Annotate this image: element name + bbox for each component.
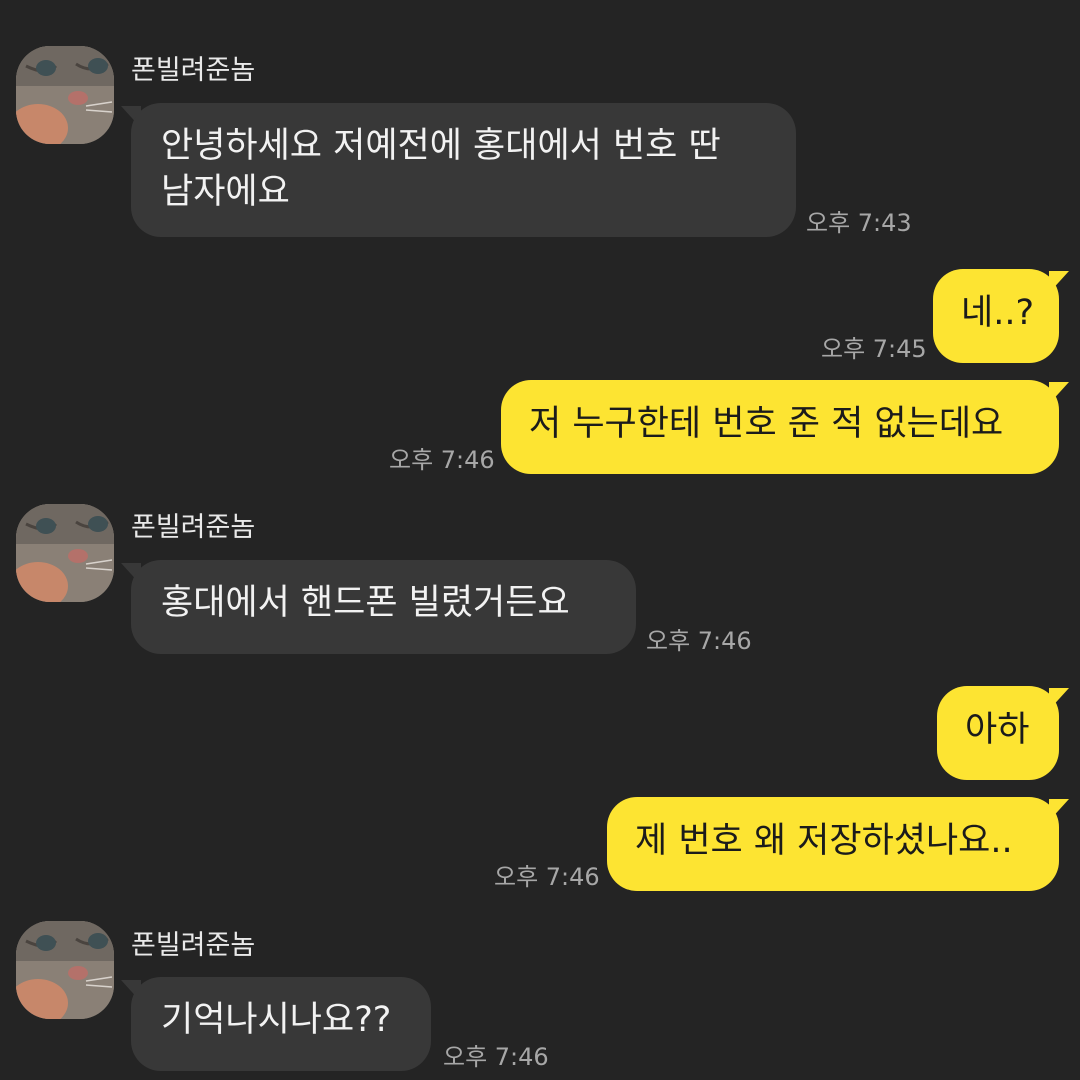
- cat-avatar-icon: [16, 921, 114, 1019]
- bubble-tail: [1049, 271, 1069, 293]
- message-timestamp: 오후 7:45: [821, 335, 927, 363]
- sender-name: 폰빌려준놈: [131, 512, 256, 543]
- message-timestamp: 오후 7:46: [389, 446, 495, 474]
- avatar[interactable]: [16, 504, 114, 602]
- bubble-tail: [1049, 688, 1069, 710]
- message-bubble-incoming[interactable]: 기억나시나요??: [131, 977, 431, 1071]
- message-bubble-incoming[interactable]: 홍대에서 핸드폰 빌렸거든요: [131, 560, 636, 654]
- message-timestamp: 오후 7:46: [443, 1043, 549, 1071]
- sender-name: 폰빌려준놈: [131, 55, 256, 86]
- avatar[interactable]: [16, 921, 114, 1019]
- message-bubble-outgoing[interactable]: 아하: [937, 686, 1059, 780]
- message-timestamp: 오후 7:46: [494, 863, 600, 891]
- message-timestamp: 오후 7:43: [806, 209, 912, 237]
- sender-name: 폰빌려준놈: [131, 930, 256, 961]
- bubble-tail: [1049, 799, 1069, 821]
- message-bubble-outgoing[interactable]: 저 누구한테 번호 준 적 없는데요: [501, 380, 1059, 474]
- message-bubble-outgoing[interactable]: 제 번호 왜 저장하셨나요..: [607, 797, 1059, 891]
- message-bubble-incoming[interactable]: 안녕하세요 저예전에 홍대에서 번호 딴 남자에요: [131, 103, 796, 237]
- cat-avatar-icon: [16, 504, 114, 602]
- bubble-tail: [1049, 382, 1069, 404]
- avatar[interactable]: [16, 46, 114, 144]
- message-bubble-outgoing[interactable]: 네..?: [933, 269, 1059, 363]
- cat-avatar-icon: [16, 46, 114, 144]
- message-timestamp: 오후 7:46: [646, 627, 752, 655]
